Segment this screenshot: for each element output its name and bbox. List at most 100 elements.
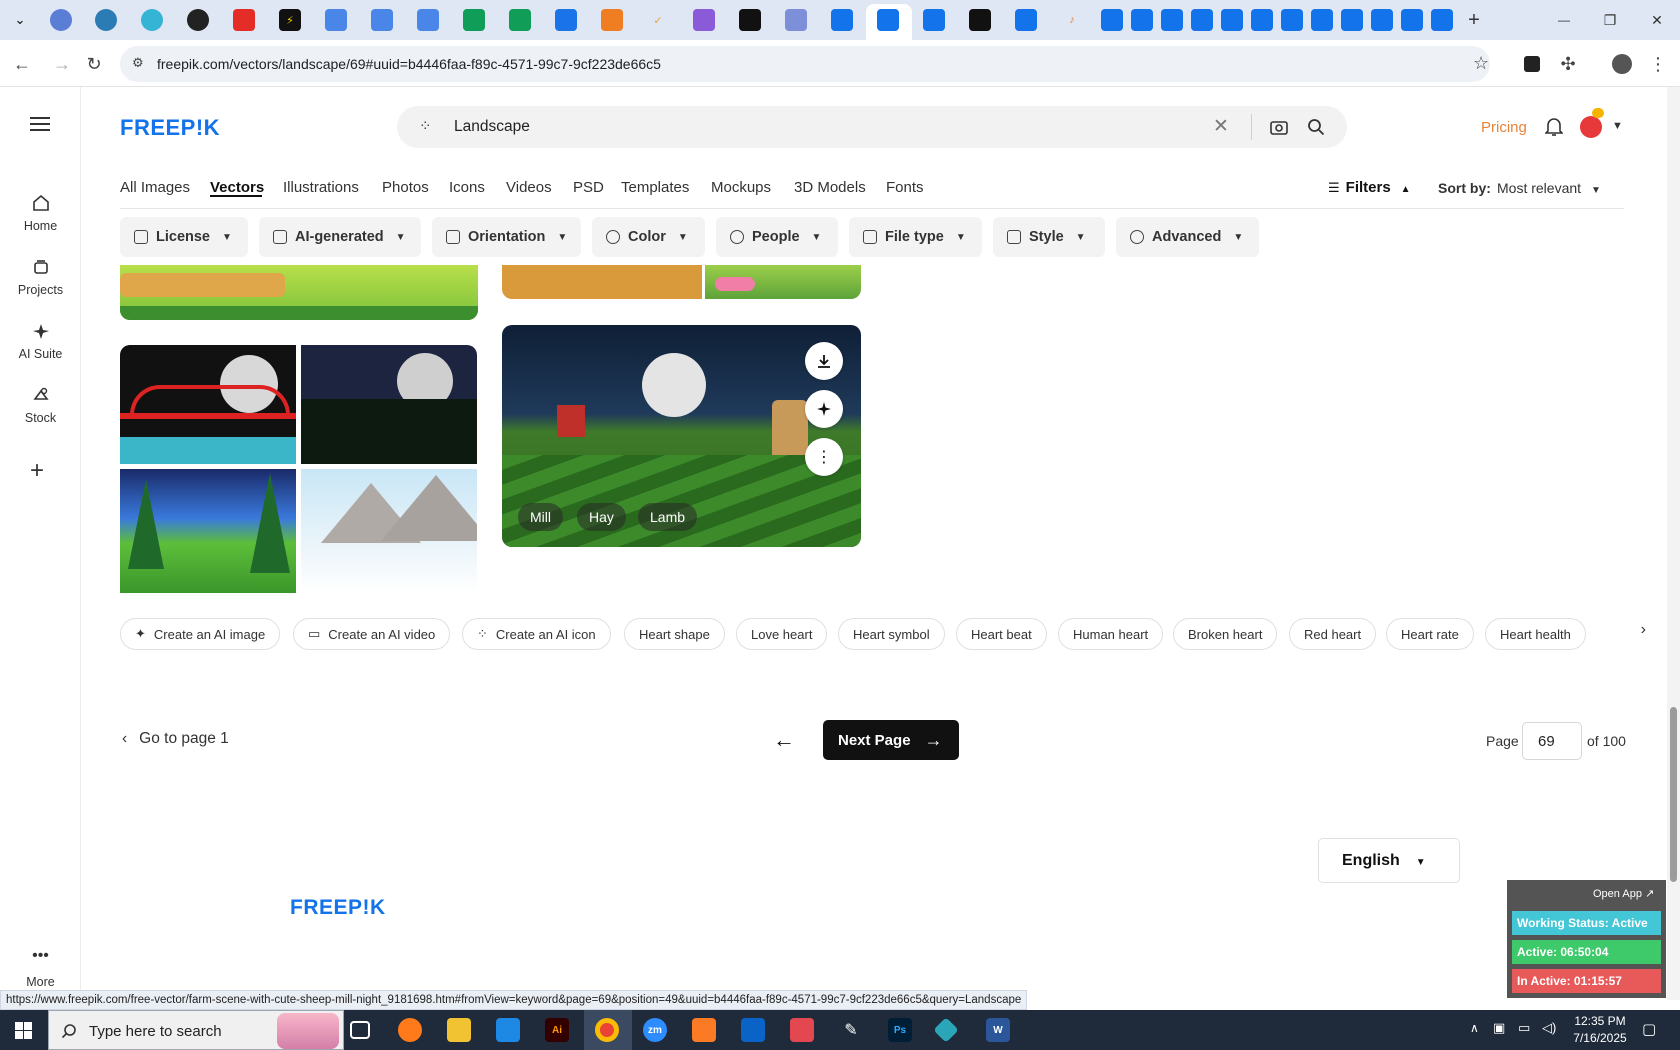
more-options-button[interactable]: ⋮	[805, 438, 843, 476]
create-ai-icon-chip[interactable]: ⁘ Create an AI icon	[462, 618, 611, 650]
keyword-chip[interactable]: Heart health	[1485, 618, 1586, 650]
clock-date[interactable]: 7/16/2025	[1566, 1031, 1634, 1045]
tab-favicon[interactable]	[1221, 9, 1243, 31]
next-page-button[interactable]: Next Page →	[823, 720, 959, 760]
keyword-chip[interactable]: Love heart	[736, 618, 828, 650]
nav-stock[interactable]: Stock	[0, 385, 81, 425]
account-chevron-icon[interactable]: ▼	[1612, 120, 1623, 132]
photoshop-icon[interactable]: Ps	[888, 1018, 912, 1042]
restore-button[interactable]: ❐	[1596, 8, 1624, 32]
image-tag-mill[interactable]: Mill	[518, 503, 563, 531]
keyword-chip[interactable]: Heart beat	[956, 618, 1047, 650]
tab-favicon[interactable]	[417, 9, 439, 31]
tab-favicon[interactable]	[325, 9, 347, 31]
filter-ai-generated[interactable]: AI-generated ▼	[259, 217, 421, 257]
filter-file-type[interactable]: File type ▼	[849, 217, 982, 257]
search-type-icon[interactable]: ⁘	[419, 117, 432, 135]
tab-favicon[interactable]: ♪	[1061, 9, 1083, 31]
browser-menu-icon[interactable]: ⋮	[1646, 52, 1670, 76]
tray-expand-icon[interactable]: ∧	[1470, 1021, 1479, 1035]
task-view-icon[interactable]	[350, 1021, 370, 1039]
page-scrollbar[interactable]	[1667, 87, 1680, 1000]
open-app-link[interactable]: Open App ↗	[1593, 887, 1654, 900]
tab-videos[interactable]: Videos	[506, 179, 552, 196]
tab-favicon[interactable]	[141, 9, 163, 31]
creative-cloud-icon[interactable]	[790, 1018, 814, 1042]
filter-advanced[interactable]: Advanced ▼	[1116, 217, 1259, 257]
tab-favicon[interactable]	[1251, 9, 1273, 31]
tab-3d-models[interactable]: 3D Models	[794, 179, 866, 196]
keyword-chip[interactable]: Red heart	[1289, 618, 1377, 650]
tab-mockups[interactable]: Mockups	[711, 179, 771, 196]
tab-illustrations[interactable]: Illustrations	[283, 179, 359, 196]
image-tag-lamb[interactable]: Lamb	[638, 503, 698, 531]
pen-tool-icon[interactable]: ✎	[839, 1018, 863, 1042]
nav-home[interactable]: Home	[0, 193, 81, 233]
tab-favicon[interactable]	[831, 9, 853, 31]
zoom-icon[interactable]: zm	[643, 1018, 667, 1042]
tab-favicon[interactable]	[463, 9, 485, 31]
clear-search-icon[interactable]: ✕	[1213, 115, 1229, 138]
filters-toggle[interactable]: ☰ Filters ▲	[1328, 179, 1411, 196]
app-diamond-icon[interactable]	[933, 1017, 959, 1043]
tab-icons[interactable]: Icons	[449, 179, 485, 196]
ai-edit-button[interactable]	[805, 390, 843, 428]
extensions-puzzle-icon[interactable]: ✣	[1556, 52, 1580, 76]
firefox-icon[interactable]	[398, 1018, 422, 1042]
search-icon[interactable]	[1307, 118, 1325, 136]
filter-style[interactable]: Style ▼	[993, 217, 1105, 257]
forward-icon[interactable]: →	[50, 52, 74, 76]
taskbar-search[interactable]: Type here to search	[48, 1010, 344, 1050]
tab-favicon[interactable]	[1431, 9, 1453, 31]
tab-favicon[interactable]	[1191, 9, 1213, 31]
sort-dropdown[interactable]: Most relevant ▼	[1497, 180, 1601, 196]
tab-favicon[interactable]	[1101, 9, 1123, 31]
profile-avatar-icon[interactable]	[1610, 52, 1634, 76]
language-selector[interactable]: English ▼	[1318, 838, 1460, 883]
page-number-input[interactable]: 69	[1522, 722, 1582, 760]
tab-all-images[interactable]: All Images	[120, 179, 190, 196]
keyword-chip[interactable]: Broken heart	[1173, 618, 1278, 650]
reload-icon[interactable]: ↻	[82, 52, 106, 76]
tab-favicon[interactable]	[877, 9, 899, 31]
add-icon[interactable]: +	[30, 457, 44, 485]
tab-favicon[interactable]	[693, 9, 715, 31]
clock-time[interactable]: 12:35 PM	[1566, 1014, 1634, 1028]
user-avatar[interactable]	[1580, 116, 1602, 138]
filter-color[interactable]: Color ▼	[592, 217, 705, 257]
tab-psd[interactable]: PSD	[573, 179, 604, 196]
filter-orientation[interactable]: Orientation ▼	[432, 217, 581, 257]
outlook-icon[interactable]	[741, 1018, 765, 1042]
search-bar[interactable]: ⁘ Landscape ✕	[397, 106, 1347, 148]
tab-favicon[interactable]	[1371, 9, 1393, 31]
search-input[interactable]: Landscape	[454, 118, 530, 136]
back-icon[interactable]: ←	[10, 52, 34, 76]
chrome-icon[interactable]	[595, 1018, 619, 1042]
download-button[interactable]	[805, 342, 843, 380]
file-explorer-icon[interactable]	[447, 1018, 471, 1042]
tab-favicon[interactable]	[739, 9, 761, 31]
minimize-button[interactable]: —	[1550, 8, 1578, 32]
tab-favicon[interactable]	[785, 9, 807, 31]
keyword-chip[interactable]: Heart shape	[624, 618, 725, 650]
keyword-chip[interactable]: Heart rate	[1386, 618, 1474, 650]
vscode-icon[interactable]	[496, 1018, 520, 1042]
tab-favicon[interactable]	[233, 9, 255, 31]
xampp-icon[interactable]	[692, 1018, 716, 1042]
tab-favicon[interactable]	[1161, 9, 1183, 31]
tab-photos[interactable]: Photos	[382, 179, 429, 196]
notification-bell-icon[interactable]	[1545, 117, 1563, 137]
image-tag-hay[interactable]: Hay	[577, 503, 626, 531]
nav-more[interactable]: ••• More	[0, 948, 81, 990]
tab-templates[interactable]: Templates	[621, 179, 689, 196]
create-ai-image-chip[interactable]: ✦ Create an AI image	[120, 618, 281, 650]
tab-favicon[interactable]	[969, 9, 991, 31]
chips-scroll-right-icon[interactable]: ›	[1606, 621, 1646, 647]
network-icon[interactable]: ▭	[1518, 1020, 1530, 1036]
tab-favicon[interactable]	[555, 9, 577, 31]
notification-center-icon[interactable]: ▢	[1642, 1020, 1656, 1038]
tab-favicon[interactable]	[1341, 9, 1363, 31]
tab-favicon[interactable]	[1311, 9, 1333, 31]
volume-icon[interactable]: ◁)	[1542, 1020, 1556, 1036]
tab-favicon[interactable]	[1131, 9, 1153, 31]
